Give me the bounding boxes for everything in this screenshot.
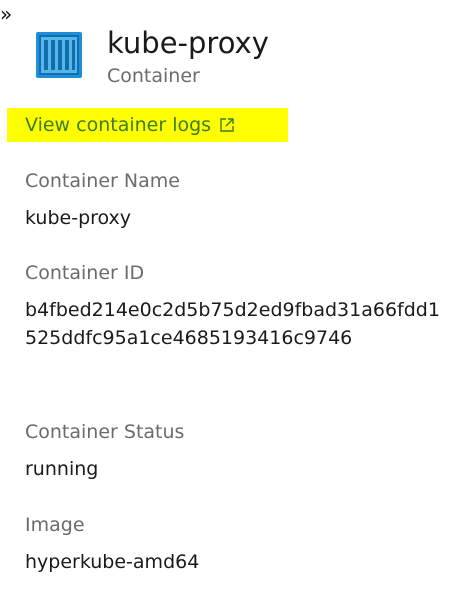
container-status-field: Container Status running	[25, 419, 445, 483]
container-id-field: Container ID b4fbed214e0c2d5b75d2ed9fbad…	[25, 260, 445, 352]
container-status-value: running	[25, 458, 99, 480]
container-icon	[35, 31, 83, 79]
view-container-logs-label: View container logs	[25, 114, 212, 136]
image-label: Image	[25, 514, 85, 536]
image-field: Image hyperkube-amd64	[25, 512, 445, 576]
container-id-label: Container ID	[25, 262, 145, 284]
container-name-label: Container Name	[25, 170, 180, 192]
image-value: hyperkube-amd64	[25, 551, 200, 573]
container-id-value: b4fbed214e0c2d5b75d2ed9fbad31a66fdd1525d…	[25, 299, 440, 349]
view-container-logs-link[interactable]: View container logs	[7, 108, 288, 142]
container-name-field: Container Name kube-proxy	[25, 168, 445, 232]
external-link-icon	[219, 117, 235, 133]
container-status-label: Container Status	[25, 421, 185, 443]
collapse-panel-button[interactable]: »	[0, 4, 12, 24]
page-title: kube-proxy	[107, 26, 269, 60]
container-name-value: kube-proxy	[25, 207, 132, 229]
page-subtitle: Container	[107, 65, 200, 87]
